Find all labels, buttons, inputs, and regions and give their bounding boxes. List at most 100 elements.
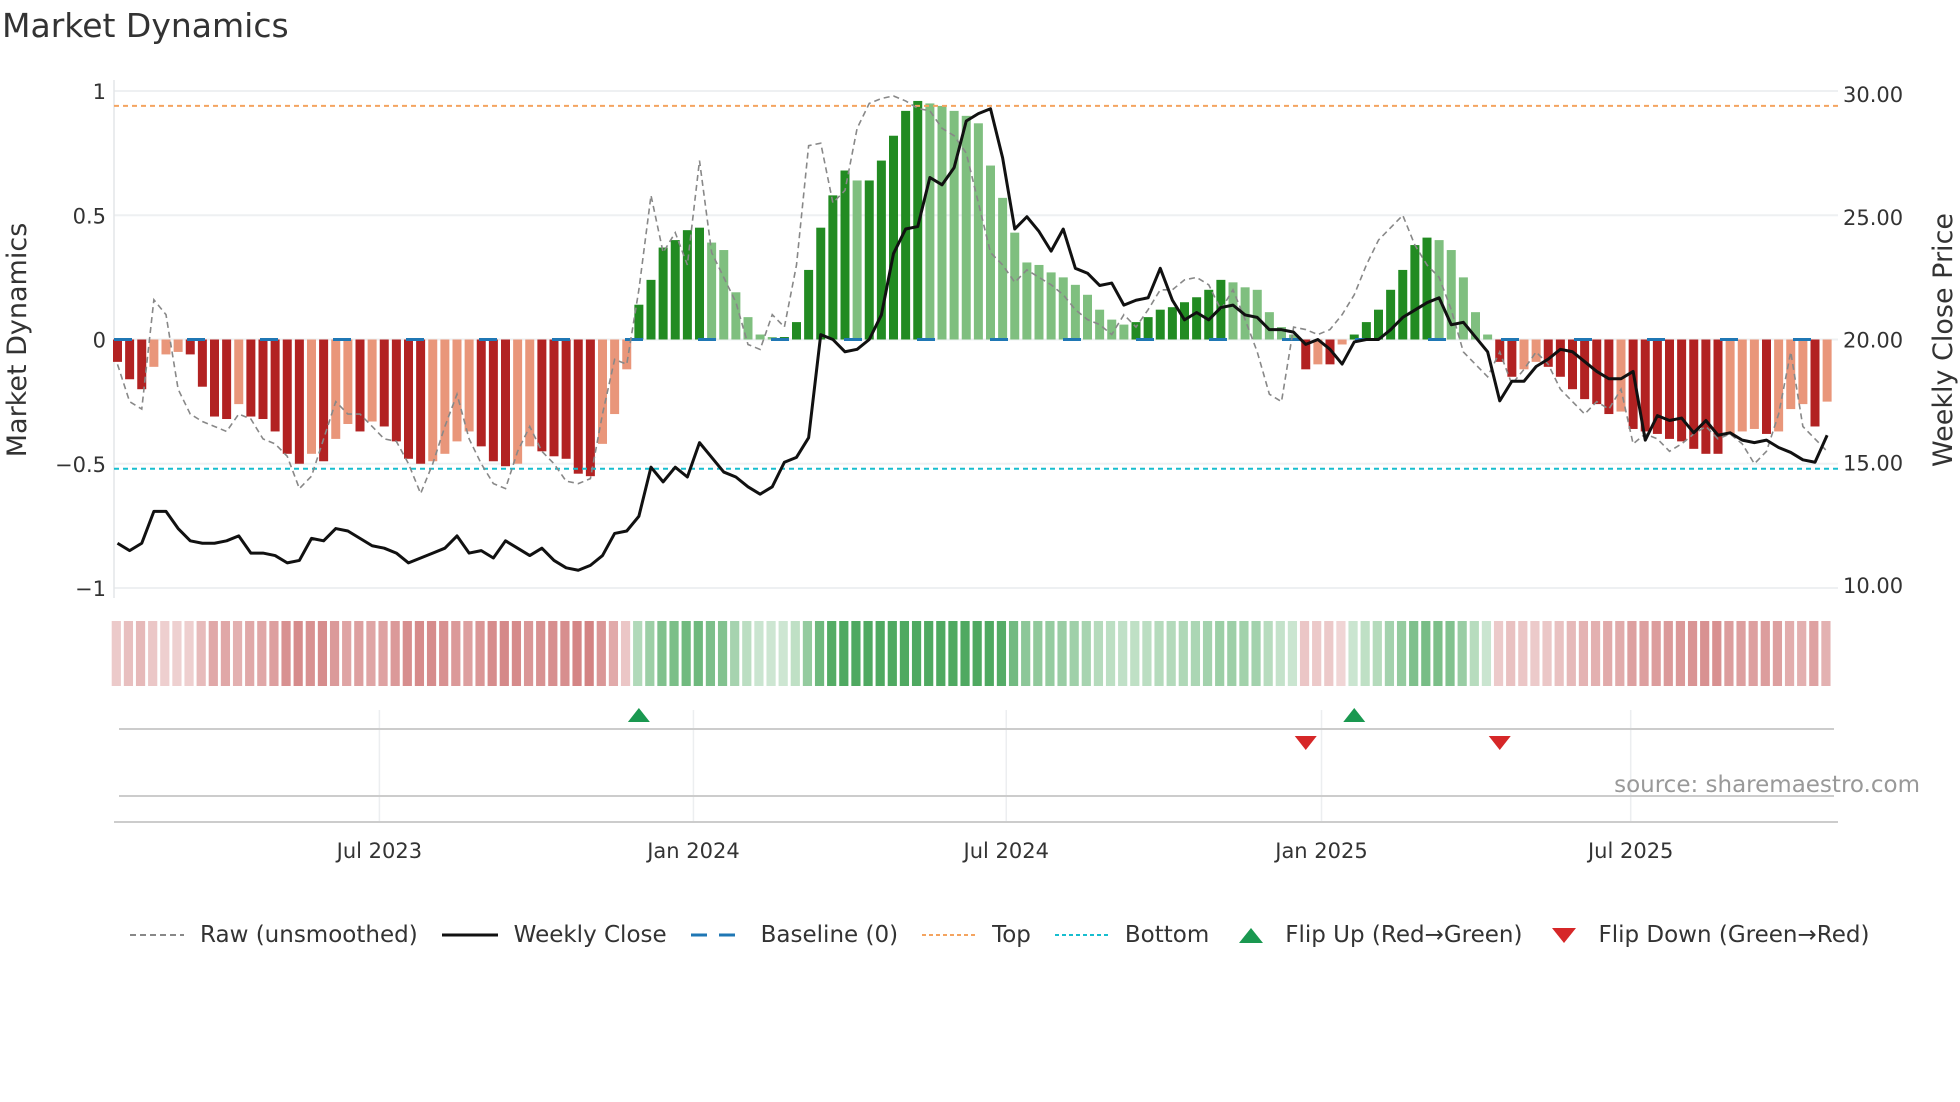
heat-strip-cell xyxy=(160,621,170,686)
heat-strip-cell xyxy=(1578,621,1589,686)
dynamics-bar xyxy=(416,339,426,464)
heat-strip-cell xyxy=(1481,621,1492,686)
dynamics-bar xyxy=(1058,277,1068,340)
dynamics-bar xyxy=(986,165,995,340)
dynamics-bar xyxy=(1677,339,1687,442)
heat-strip-cell xyxy=(1615,621,1625,686)
dynamics-bar xyxy=(1143,317,1153,340)
heat-strip-cell xyxy=(1518,621,1528,686)
heat-strip-cell xyxy=(135,621,146,686)
heat-strip-cell xyxy=(730,621,740,686)
dynamics-bar xyxy=(1483,334,1493,340)
dynamics-bar xyxy=(1822,339,1832,402)
dynamics-bar xyxy=(1337,339,1347,345)
heat-strip-cell xyxy=(766,621,776,686)
dynamics-bar xyxy=(1167,307,1177,340)
heat-strip-cell xyxy=(1457,621,1467,686)
dynamics-bar xyxy=(125,339,135,380)
dynamics-bar xyxy=(1361,322,1371,340)
heat-strip-cell xyxy=(1627,621,1637,686)
dynamics-bar xyxy=(222,339,232,420)
heat-strip-cell xyxy=(802,621,813,686)
heat-strip-cell xyxy=(511,621,522,686)
y-axis-label: Market Dynamics xyxy=(2,223,33,458)
heat-strip-cell xyxy=(1772,621,1783,686)
heat-strip-cell xyxy=(426,621,437,686)
dynamics-bar xyxy=(1555,339,1565,377)
dynamics-bar xyxy=(1665,339,1674,439)
heat-strip-cell xyxy=(1566,621,1576,686)
dynamics-bar xyxy=(367,339,377,422)
dynamics-bar xyxy=(1507,339,1517,377)
heat-strip-cell xyxy=(669,621,679,686)
heat-strip-cell xyxy=(523,621,534,686)
legend-label: Raw (unsmoothed) xyxy=(200,922,418,948)
dynamics-bar xyxy=(1434,240,1444,340)
dynamics-bar xyxy=(428,339,438,462)
heat-strip-cell xyxy=(1130,621,1140,686)
dynamics-bar xyxy=(658,247,668,340)
flip-up-marker xyxy=(627,708,650,722)
dynamics-bar xyxy=(913,100,923,340)
dashed-gray-line-icon xyxy=(130,934,184,936)
legend-item-flip-down: Flip Down (Green→Red) xyxy=(1544,922,1869,948)
heat-strip-cell xyxy=(366,621,376,686)
heat-strip-cell xyxy=(1190,621,1201,686)
heat-strip-cell xyxy=(1821,621,1831,686)
dynamics-bar xyxy=(258,339,268,420)
y-tick-label: 1 xyxy=(93,80,106,104)
heat-strip-cell xyxy=(1105,621,1116,686)
dynamics-bar xyxy=(1774,339,1784,432)
dynamics-bar xyxy=(973,123,983,340)
heat-strip-cell xyxy=(1603,621,1613,686)
heat-strip-cell xyxy=(1142,621,1152,686)
heat-strip-cell xyxy=(172,621,182,686)
y-tick-label: 0.5 xyxy=(73,204,106,228)
x-tick-label: Jul 2023 xyxy=(335,839,422,863)
heat-strip-cell xyxy=(1178,621,1188,686)
heat-strip-cell xyxy=(1639,621,1649,686)
dynamics-bar xyxy=(1798,339,1808,405)
heat-strip-cell xyxy=(1590,621,1601,686)
heat-strip-cell xyxy=(984,621,994,686)
heat-strip-cell xyxy=(402,621,412,686)
heat-strip-cell xyxy=(705,621,716,686)
dotted-cyan-line-icon xyxy=(1054,934,1109,936)
dynamics-bar xyxy=(852,180,862,340)
dashed-blue-line-icon xyxy=(690,933,745,937)
dynamics-bar xyxy=(1398,269,1408,340)
dynamics-bar xyxy=(925,103,935,340)
heat-strip-cell xyxy=(1336,621,1346,686)
heat-strip-cell xyxy=(814,621,825,686)
dynamics-bar xyxy=(1749,339,1759,429)
heat-strip-cell xyxy=(245,621,255,686)
heat-strip-cell xyxy=(1045,621,1055,686)
y-tick-label: −0.5 xyxy=(55,453,106,477)
heat-strip-cell xyxy=(390,621,400,686)
heat-strip-cell xyxy=(1287,621,1298,686)
heat-strip-cell xyxy=(499,621,509,686)
heat-strip-cell xyxy=(1081,621,1091,686)
heat-strip-cell xyxy=(1372,621,1382,686)
dynamics-bar xyxy=(1155,309,1165,340)
dynamics-bar xyxy=(901,110,911,340)
heat-strip-cell xyxy=(863,621,873,686)
heat-strip-cell xyxy=(1712,621,1722,686)
dynamics-bar xyxy=(719,250,729,340)
heat-strip-cell xyxy=(1445,621,1455,686)
dynamics-bar xyxy=(1737,339,1747,432)
heat-strip-cell xyxy=(1469,621,1479,686)
dynamics-bar xyxy=(755,334,765,340)
solid-black-line-icon xyxy=(441,933,498,937)
flip-down-marker xyxy=(1488,736,1511,750)
dynamics-bar xyxy=(331,339,341,439)
heat-strip-cell xyxy=(620,621,631,686)
heat-strip-cell xyxy=(754,621,764,686)
dynamics-bar xyxy=(1458,277,1468,340)
dynamics-bar xyxy=(937,105,947,340)
legend-label: Flip Up (Red→Green) xyxy=(1285,922,1523,948)
heat-strip-cell xyxy=(1227,621,1237,686)
heat-strip-cell xyxy=(1202,621,1213,686)
heat-strip-cell xyxy=(475,621,485,686)
heat-strip-cell xyxy=(681,621,691,686)
